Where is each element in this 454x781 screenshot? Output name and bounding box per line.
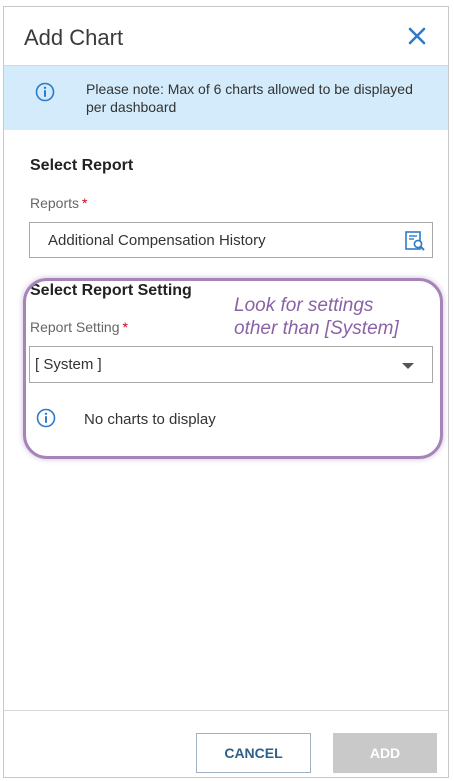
select-report-setting-heading: Select Report Setting [30, 282, 192, 299]
report-lookup-icon[interactable] [404, 230, 426, 252]
no-charts-message: No charts to display [84, 411, 216, 428]
reports-label-text: Reports [30, 195, 80, 211]
report-setting-value: [ System ] [35, 356, 102, 373]
add-chart-dialog: Add Chart Please note: Max of 6 charts a… [3, 6, 449, 778]
reports-input-value: Additional Compensation History [48, 232, 266, 249]
chevron-down-icon[interactable] [402, 363, 414, 369]
notice-text: Please note: Max of 6 charts allowed to … [86, 81, 413, 115]
dialog-header: Add Chart [4, 7, 448, 66]
annotation-line-2: other than [System] [234, 318, 399, 339]
select-report-heading: Select Report [30, 157, 134, 174]
required-mark: * [82, 195, 88, 211]
add-button: ADD [333, 733, 437, 773]
reports-input[interactable]: Additional Compensation History [29, 222, 433, 258]
info-icon [36, 408, 56, 428]
required-mark: * [122, 319, 128, 335]
annotation-line-1: Look for settings [234, 295, 374, 316]
dialog-footer: CANCEL ADD [4, 710, 448, 777]
notice-banner: Please note: Max of 6 charts allowed to … [4, 66, 448, 130]
report-setting-label: Report Setting * [30, 319, 128, 335]
cancel-button[interactable]: CANCEL [196, 733, 311, 773]
report-setting-select[interactable]: [ System ] [29, 346, 433, 383]
info-icon [35, 82, 55, 102]
report-setting-label-text: Report Setting [30, 319, 120, 335]
dialog-title: Add Chart [24, 25, 124, 50]
annotation-note: Look for settings other than [System] [234, 294, 399, 340]
close-icon[interactable] [404, 23, 430, 49]
reports-label: Reports * [30, 195, 87, 211]
